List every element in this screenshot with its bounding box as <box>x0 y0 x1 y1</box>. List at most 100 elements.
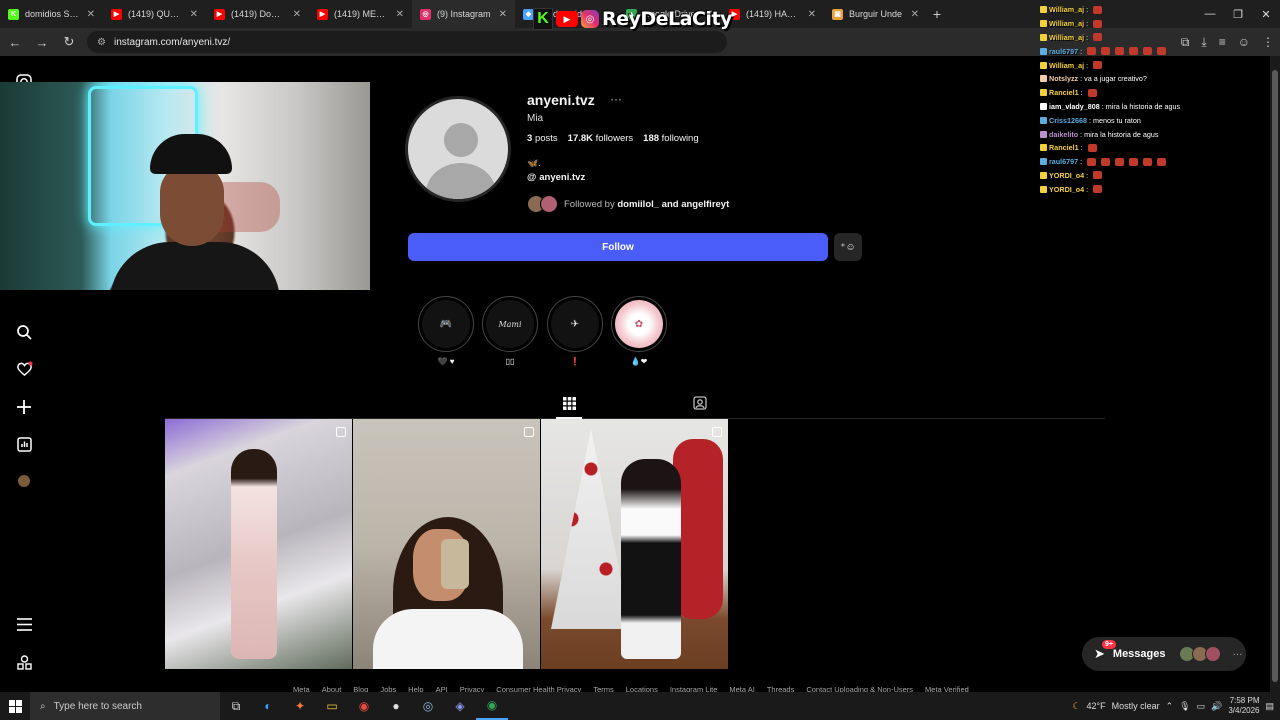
chat-username: raul6797 <box>1049 46 1079 56</box>
edge-icon[interactable]: ◐ <box>252 692 284 720</box>
site-info-icon[interactable]: ⚙ <box>97 37 106 48</box>
plane-icon: ✈ <box>551 300 599 348</box>
file-explorer-icon[interactable]: ▭ <box>316 692 348 720</box>
reload-icon[interactable]: ↻ <box>57 30 81 54</box>
url-field[interactable]: ⚙ instagram.com/anyeni.tvz/ <box>87 31 727 53</box>
tab-close-icon[interactable]: ✕ <box>499 9 507 20</box>
create-plus-icon[interactable] <box>14 397 34 417</box>
browser-tab[interactable]: ▶ (1419) MENOR ✕ <box>309 0 412 28</box>
chat-badge-icon <box>1040 158 1047 166</box>
chat-emote-icon <box>1093 61 1103 70</box>
more-dots-icon: ··· <box>1232 648 1243 660</box>
post-thumbnail[interactable] <box>541 419 728 669</box>
posts-grid-tab[interactable] <box>561 395 577 411</box>
followed-by[interactable]: Followed by domiilol_ and angelfireyt <box>527 195 729 213</box>
tab-close-icon[interactable]: ✕ <box>396 9 404 20</box>
post-thumbnail[interactable] <box>353 419 540 669</box>
chat-badge-icon <box>1040 130 1047 138</box>
browser-tab[interactable]: Kdomidios Strea ✕ <box>0 0 103 28</box>
obs-icon[interactable]: ● <box>380 692 412 720</box>
chat-username: Criss12668 <box>1049 115 1087 125</box>
threads-handle: anyeni.tvz <box>539 172 586 183</box>
chat-badge-icon <box>1040 171 1047 179</box>
profile-avatar-icon[interactable] <box>14 471 34 491</box>
messages-label: Messages <box>1112 648 1166 660</box>
suggested-accounts-icon[interactable]: ⁺☺ <box>834 233 862 261</box>
browser-tab[interactable]: ▶(1419) HARDEN✕ <box>721 0 824 28</box>
search-icon[interactable] <box>14 322 34 342</box>
clock[interactable]: 7:58 PM 3/4/2026 <box>1228 696 1259 716</box>
profile-avatar[interactable] <box>405 96 511 202</box>
chat-badge-icon <box>1040 185 1047 193</box>
tab-title: domidios Strea <box>25 9 81 19</box>
tab-close-icon[interactable]: ✕ <box>87 9 95 20</box>
app-icon[interactable]: ✦ <box>284 692 316 720</box>
taskbar-search-placeholder: Type here to search <box>53 700 142 712</box>
profile-full-name: Mia <box>527 113 544 124</box>
chat-emote-icon <box>1143 157 1153 166</box>
chat-text: : <box>1086 19 1089 29</box>
chat-username: raul6797 <box>1049 157 1079 167</box>
tab-close-icon[interactable]: ✕ <box>190 9 198 20</box>
browser-tab[interactable]: ▶ (1419) DomiDi ✕ <box>206 0 309 28</box>
tab-title: (1419) HARDEN <box>746 9 802 19</box>
forward-icon[interactable]: → <box>30 30 54 54</box>
follow-button[interactable]: Follow <box>408 233 828 261</box>
streamer-body <box>110 242 280 290</box>
menu-dots-icon[interactable]: ⋮ <box>1262 35 1274 49</box>
chat-badge-icon <box>1040 89 1047 97</box>
chat-message: Ranciel1: <box>1040 141 1260 155</box>
tray-chevron-icon[interactable]: ⌃ <box>1166 701 1174 712</box>
posts-stat: 3 posts <box>527 133 558 144</box>
chat-badge-icon <box>1040 144 1047 152</box>
new-tab-icon[interactable]: + <box>927 6 947 22</box>
volume-icon[interactable]: 🔊 <box>1211 701 1222 712</box>
also-from-meta-icon[interactable] <box>14 652 34 672</box>
tab-close-icon[interactable]: ✕ <box>293 9 301 20</box>
task-view-icon[interactable]: ⧉ <box>220 692 252 720</box>
chat-text: : <box>1080 143 1083 153</box>
tagged-tab[interactable] <box>692 395 708 411</box>
url-text: instagram.com/anyeni.tvz/ <box>113 36 231 48</box>
taskbar-search[interactable]: ⌕ Type here to search <box>30 692 220 720</box>
instagram-logo-icon: ◎ <box>581 10 599 28</box>
chrome-icon[interactable]: ◉ <box>348 692 380 720</box>
chrome-active-icon[interactable]: ◉ <box>476 692 508 720</box>
chat-text: : <box>1086 184 1089 194</box>
streamer-webcam <box>0 82 370 290</box>
chat-message: William_aj: <box>1040 58 1260 72</box>
post-thumbnail[interactable] <box>165 419 352 669</box>
story-highlight[interactable]: 🎮 🖤 ♥ <box>418 296 474 366</box>
notification-icon[interactable]: ▤ <box>1265 701 1274 712</box>
chat-message: William_aj: <box>1040 17 1260 31</box>
following-stat[interactable]: 188 following <box>643 133 698 144</box>
followers-stat[interactable]: 17.8K followers <box>568 133 634 144</box>
notifications-heart-icon[interactable] <box>14 359 34 379</box>
dashboard-icon[interactable] <box>14 434 34 454</box>
tab-title: (1419) MENOR <box>334 9 390 19</box>
story-highlight[interactable]: Mami ▯▯ <box>482 296 538 366</box>
threads-link[interactable]: @ anyeni.tvz <box>527 172 585 183</box>
browser-tab[interactable]: ▣ Burguir Unde ✕ <box>824 0 927 28</box>
back-icon[interactable]: ← <box>3 30 27 54</box>
steam-icon[interactable]: ◎ <box>412 692 444 720</box>
chat-username: William_aj <box>1049 60 1085 70</box>
tab-close-icon[interactable]: ✕ <box>808 9 816 20</box>
mic-icon[interactable]: 🎙 <box>1179 701 1190 712</box>
windows-start-icon[interactable] <box>0 692 30 720</box>
multi-photo-icon <box>524 427 534 437</box>
options-dots-icon[interactable]: ··· <box>610 92 622 106</box>
browser-tab[interactable]: ◎ (9) Instagram ✕ <box>412 0 515 28</box>
more-menu-icon[interactable] <box>14 614 34 634</box>
page-scrollbar[interactable] <box>1270 56 1280 692</box>
story-highlight[interactable]: ✈ ❗ <box>547 296 603 366</box>
tab-close-icon[interactable]: ✕ <box>911 9 919 20</box>
browser-tab[interactable]: ▶ (1419) QUEEN ✕ <box>103 0 206 28</box>
discord-icon[interactable]: ◈ <box>444 692 476 720</box>
story-highlight[interactable]: ✿ 💧❤ <box>611 296 667 366</box>
messages-button[interactable]: ➤ 9+ Messages ··· <box>1082 637 1246 671</box>
chat-message: Ranciel1: <box>1040 86 1260 100</box>
network-icon[interactable]: ▭ <box>1197 701 1206 712</box>
chat-badge-icon <box>1040 47 1047 55</box>
chat-emote-icon <box>1093 171 1103 180</box>
